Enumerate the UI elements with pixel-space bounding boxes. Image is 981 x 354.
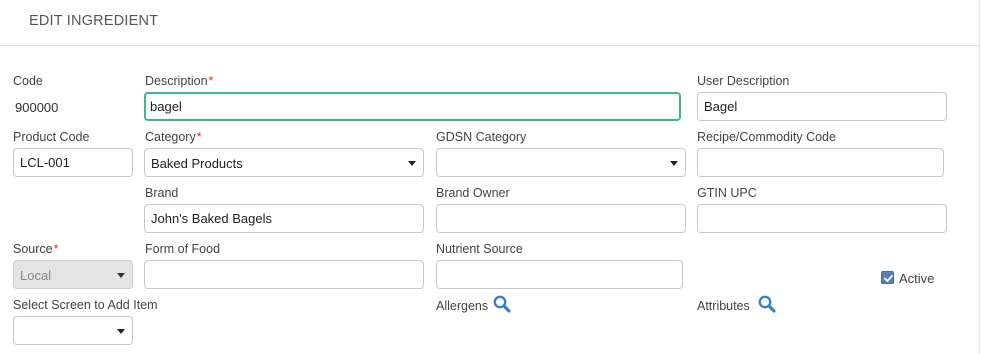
category-selected-value: Baked Products [151, 156, 243, 171]
required-marker: * [196, 130, 202, 144]
nutrient-source-label: Nutrient Source [436, 242, 523, 256]
source-selected-value: Local [20, 268, 52, 283]
attributes-label: Attributes [697, 299, 750, 313]
brand-owner-input[interactable] [436, 204, 686, 233]
required-marker: * [208, 74, 214, 88]
description-label: Description* [145, 74, 214, 88]
product-code-input[interactable] [13, 148, 133, 177]
brand-label: Brand [145, 186, 179, 200]
allergens-label: Allergens [436, 299, 489, 313]
chevron-down-icon [117, 329, 125, 334]
checkmark-icon [884, 275, 893, 282]
source-select: Local [13, 260, 133, 289]
gdsn-category-label: GDSN Category [436, 130, 527, 144]
gdsn-category-select[interactable] [436, 148, 686, 177]
gtin-upc-input[interactable] [697, 204, 947, 233]
required-marker: * [53, 242, 59, 256]
active-checkbox[interactable] [881, 271, 894, 284]
recipe-code-input[interactable] [697, 148, 944, 177]
source-label: Source* [13, 242, 59, 256]
chevron-down-icon [670, 161, 678, 166]
brand-owner-label: Brand Owner [436, 186, 510, 200]
user-description-input[interactable] [697, 92, 947, 121]
category-select[interactable]: Baked Products [144, 148, 424, 177]
recipe-code-label: Recipe/Commodity Code [697, 130, 836, 144]
product-code-label: Product Code [13, 130, 90, 144]
chevron-down-icon [117, 273, 125, 278]
category-label: Category* [145, 130, 202, 144]
form-of-food-label: Form of Food [145, 242, 221, 256]
brand-input[interactable] [144, 204, 424, 233]
user-description-label: User Description [697, 74, 790, 88]
chevron-down-icon [408, 161, 416, 166]
page-header: EDIT INGREDIENT [0, 0, 980, 46]
form-of-food-input[interactable] [144, 260, 424, 289]
select-screen-select[interactable] [13, 316, 133, 345]
code-value: 900000 [15, 100, 59, 115]
gtin-upc-label: GTIN UPC [697, 186, 757, 200]
description-input[interactable] [144, 92, 681, 121]
panel-divider [979, 46, 980, 354]
page-title: EDIT INGREDIENT [29, 13, 159, 29]
active-label[interactable]: Active [899, 271, 934, 286]
nutrient-source-input[interactable] [436, 260, 683, 289]
select-screen-label: Select Screen to Add Item [13, 298, 158, 312]
code-label: Code [13, 74, 43, 88]
search-icon[interactable] [492, 294, 512, 317]
search-icon[interactable] [757, 294, 777, 317]
